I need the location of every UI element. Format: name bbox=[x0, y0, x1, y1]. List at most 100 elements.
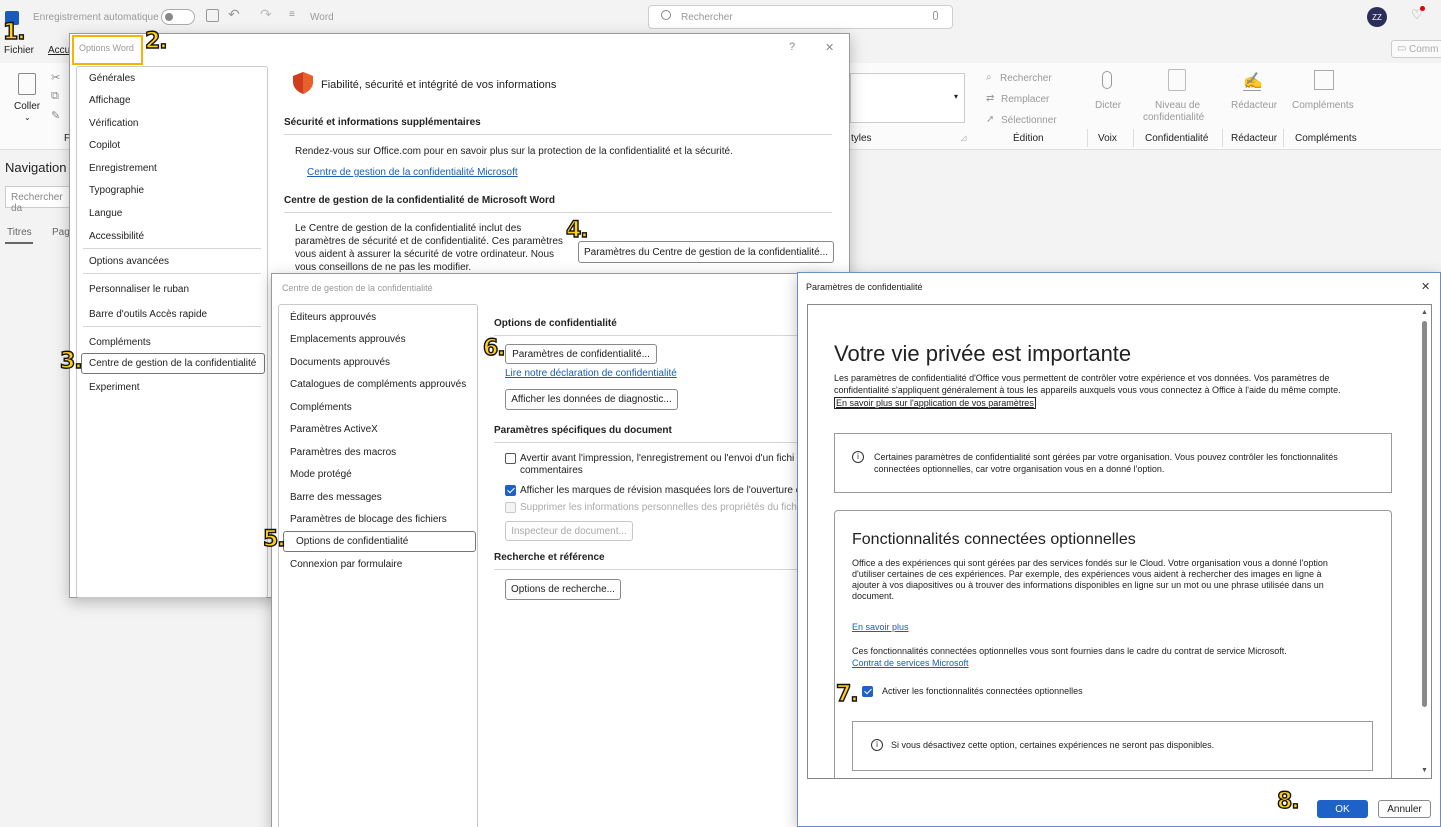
nav-search-input[interactable]: Rechercher da bbox=[5, 186, 75, 214]
step-marker-2: 2. bbox=[144, 29, 168, 54]
tc-nav-trusted-addin-catalogs[interactable]: Catalogues de compléments approuvés bbox=[290, 379, 466, 390]
help-icon[interactable]: ? bbox=[789, 41, 795, 53]
nav-tab-pages[interactable]: Pag bbox=[52, 227, 70, 238]
undo-icon[interactable]: ↶ bbox=[228, 6, 240, 23]
copy-icon[interactable]: ⧉ bbox=[51, 90, 59, 103]
find-button[interactable]: Rechercher bbox=[1000, 73, 1052, 84]
remove-personal-info-checkbox[interactable] bbox=[505, 502, 516, 513]
scrollbar-thumb[interactable] bbox=[1422, 321, 1427, 707]
show-hidden-markup-checkbox[interactable] bbox=[505, 485, 516, 496]
paste-icon[interactable] bbox=[18, 73, 36, 95]
cancel-button[interactable]: Annuler bbox=[1378, 800, 1431, 818]
privacy-dialog-close-icon[interactable]: ✕ bbox=[1421, 280, 1430, 293]
privacy-settings-button[interactable]: Paramètres de confidentialité... bbox=[505, 344, 657, 364]
nav-typography[interactable]: Typographie bbox=[89, 185, 144, 196]
tc-nav-activex[interactable]: Paramètres ActiveX bbox=[290, 424, 378, 435]
find-icon[interactable]: ⌕ bbox=[986, 72, 992, 83]
format-painter-icon[interactable]: ✎ bbox=[51, 109, 60, 122]
nav-proofing[interactable]: Vérification bbox=[89, 118, 138, 129]
nav-experiment[interactable]: Experiment bbox=[89, 382, 140, 393]
group-addins-label: Compléments bbox=[1295, 133, 1357, 144]
styles-launcher-icon[interactable]: ◿ bbox=[961, 134, 966, 142]
dictate-icon[interactable] bbox=[1102, 71, 1112, 89]
scroll-up-icon[interactable]: ▲ bbox=[1421, 309, 1428, 316]
document-inspector-button[interactable]: Inspecteur de document... bbox=[505, 521, 633, 541]
privacy-statement-link[interactable]: Lire notre déclaration de confidentialit… bbox=[505, 368, 677, 379]
nav-tab-headings[interactable]: Titres bbox=[7, 227, 32, 238]
tc-nav-protected-view[interactable]: Mode protégé bbox=[290, 469, 352, 480]
addins-button[interactable]: Compléments bbox=[1292, 100, 1354, 111]
tc-nav-form-signin[interactable]: Connexion par formulaire bbox=[290, 559, 402, 570]
optional-features-box: Fonctionnalités connectées optionnelles … bbox=[834, 510, 1392, 778]
scroll-down-icon[interactable]: ▼ bbox=[1421, 767, 1428, 774]
nav-copilot[interactable]: Copilot bbox=[89, 140, 120, 151]
search-box[interactable]: Rechercher bbox=[648, 5, 953, 29]
trust-center-nav: Éditeurs approuvés Emplacements approuvé… bbox=[278, 304, 478, 827]
close-icon[interactable]: ✕ bbox=[825, 41, 834, 54]
microphone-icon[interactable] bbox=[933, 11, 938, 20]
sensitivity-label-1[interactable]: Niveau de bbox=[1155, 100, 1200, 111]
paste-label[interactable]: Coller bbox=[14, 101, 40, 112]
trust-center-settings-button[interactable]: Paramètres du Centre de gestion de la co… bbox=[578, 241, 834, 263]
tc-nav-message-bar[interactable]: Barre des messages bbox=[290, 492, 382, 503]
cut-icon[interactable]: ✂ bbox=[51, 71, 60, 84]
learn-more-link[interactable]: En savoir plus bbox=[852, 622, 909, 632]
nav-advanced[interactable]: Options avancées bbox=[89, 256, 169, 267]
dictate-button[interactable]: Dicter bbox=[1095, 100, 1121, 111]
save-icon[interactable] bbox=[206, 9, 219, 22]
trust-center-text-2: paramètres de sécurité et de confidentia… bbox=[295, 236, 563, 247]
nav-display[interactable]: Affichage bbox=[89, 95, 131, 106]
enable-connected-features-checkbox[interactable] bbox=[862, 686, 873, 697]
nav-language[interactable]: Langue bbox=[89, 208, 122, 219]
nav-accessibility[interactable]: Accessibilité bbox=[89, 231, 144, 242]
nav-save[interactable]: Enregistrement bbox=[89, 163, 157, 174]
privacy-intro-link[interactable]: En savoir plus sur l'application de vos … bbox=[834, 397, 1036, 409]
service-contract-link[interactable]: Contrat de services Microsoft bbox=[852, 658, 969, 668]
ok-button[interactable]: OK bbox=[1317, 800, 1368, 818]
group-edit-label: Édition bbox=[1013, 133, 1044, 144]
avatar[interactable]: ZZ bbox=[1367, 7, 1387, 27]
paste-dropdown-icon[interactable]: ⌄ bbox=[24, 113, 31, 122]
gallery-more-icon[interactable]: ▾ bbox=[954, 92, 958, 101]
scrollbar[interactable]: ▲ ▼ bbox=[1417, 305, 1431, 778]
word-options-title: Options Word bbox=[79, 43, 134, 53]
sensitivity-icon[interactable] bbox=[1168, 69, 1186, 91]
autosave-toggle[interactable] bbox=[161, 9, 195, 25]
tab-home[interactable]: Accu bbox=[48, 45, 70, 56]
autosave-label: Enregistrement automatique bbox=[33, 12, 159, 23]
select-icon[interactable]: ➚ bbox=[986, 114, 994, 125]
tc-nav-file-block[interactable]: Paramètres de blocage des fichiers bbox=[290, 514, 447, 525]
tc-nav-trusted-locations[interactable]: Emplacements approuvés bbox=[290, 334, 406, 345]
editor-button[interactable]: Rédacteur bbox=[1231, 100, 1277, 111]
tab-file[interactable]: Fichier bbox=[4, 45, 34, 56]
sensitivity-label-2[interactable]: confidentialité bbox=[1143, 112, 1204, 123]
styles-gallery[interactable]: ▾ bbox=[850, 73, 965, 123]
microsoft-trust-center-link[interactable]: Centre de gestion de la confidentialité … bbox=[307, 167, 518, 178]
research-options-button[interactable]: Options de recherche... bbox=[505, 579, 621, 600]
nav-general[interactable]: Générales bbox=[89, 73, 135, 84]
select-button[interactable]: Sélectionner bbox=[1001, 115, 1057, 126]
nav-quick-access-toolbar[interactable]: Barre d'outils Accès rapide bbox=[89, 309, 207, 320]
comments-button[interactable]: ▭ Comm bbox=[1391, 40, 1441, 58]
replace-button[interactable]: Remplacer bbox=[1001, 94, 1049, 105]
tc-nav-trusted-documents[interactable]: Documents approuvés bbox=[290, 357, 390, 368]
word-options-nav: Générales Affichage Vérification Copilot… bbox=[76, 66, 268, 598]
diagnostic-data-button[interactable]: Afficher les données de diagnostic... bbox=[505, 389, 678, 410]
nav-addins[interactable]: Compléments bbox=[89, 337, 151, 348]
editor-icon[interactable]: ✍ bbox=[1243, 71, 1263, 91]
word-options-header: Fiabilité, sécurité et intégrité de vos … bbox=[321, 79, 557, 91]
replace-icon[interactable]: ⇄ bbox=[986, 93, 994, 104]
redo-icon[interactable]: ↷ bbox=[260, 6, 272, 23]
optional-features-heading: Fonctionnalités connectées optionnelles bbox=[852, 531, 1136, 548]
tc-nav-macros[interactable]: Paramètres des macros bbox=[290, 447, 396, 458]
tc-nav-trusted-publishers[interactable]: Éditeurs approuvés bbox=[290, 312, 376, 323]
nav-customize-ribbon[interactable]: Personnaliser le ruban bbox=[89, 284, 189, 295]
addins-icon[interactable] bbox=[1314, 70, 1334, 90]
comment-icon: ▭ bbox=[1397, 43, 1407, 54]
nav-trust-center[interactable]: Centre de gestion de la confidentialité bbox=[81, 353, 265, 374]
tc-nav-privacy-options[interactable]: Options de confidentialité bbox=[283, 531, 476, 552]
warn-before-print-checkbox[interactable] bbox=[505, 453, 516, 464]
step-marker-7: 7. bbox=[835, 682, 859, 707]
tc-nav-addins[interactable]: Compléments bbox=[290, 402, 352, 413]
customize-qat-icon[interactable]: ≡ bbox=[289, 9, 295, 20]
